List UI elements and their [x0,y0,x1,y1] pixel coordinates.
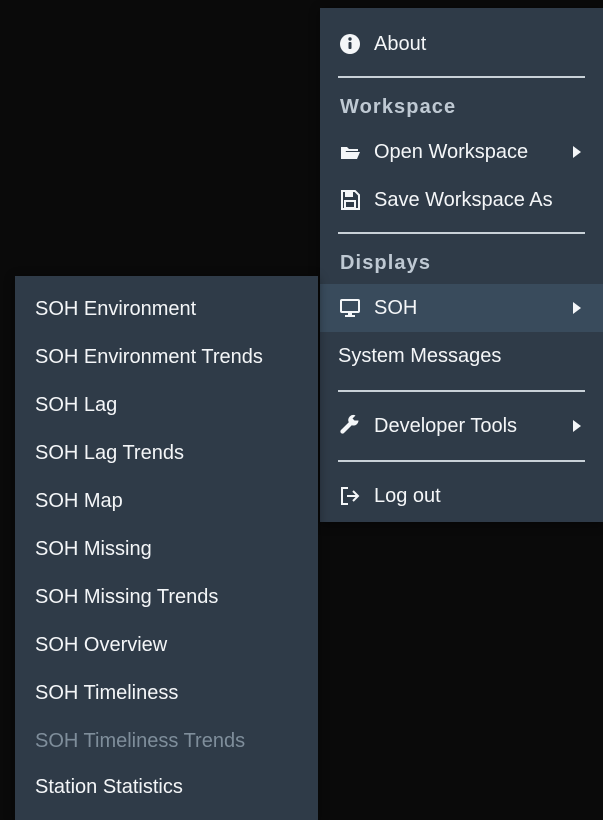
menu-divider [338,390,585,392]
logout-menu-item[interactable]: Log out [320,472,603,520]
submenu-item-label: SOH Lag Trends [35,441,184,464]
submenu-item-soh-map[interactable]: SOH Map [15,477,318,525]
chevron-right-icon [573,302,581,314]
developer-tools-label: Developer Tools [374,414,518,437]
monitor-icon [338,296,362,320]
soh-menu-item[interactable]: SOH [320,284,603,332]
logout-label: Log out [374,484,441,507]
chevron-right-icon [573,146,581,158]
menu-divider [338,232,585,234]
save-workspace-label: Save Workspace As [374,188,553,211]
submenu-item-label: SOH Timeliness [35,681,179,704]
screen-background: About Workspace Open Workspace Save Work… [0,0,603,820]
soh-label: SOH [374,296,418,319]
about-menu-item[interactable]: About [320,20,603,68]
submenu-item-label: SOH Environment [35,297,197,320]
wrench-icon [338,414,362,438]
save-icon [338,188,362,212]
submenu-item-soh-missing-trends[interactable]: SOH Missing Trends [15,573,318,621]
submenu-item-label: Station Statistics [35,775,183,798]
submenu-item-label: SOH Overview [35,633,168,656]
submenu-item-label: SOH Environment Trends [35,345,263,368]
menu-divider [338,76,585,78]
submenu-item-soh-environment-trends[interactable]: SOH Environment Trends [15,333,318,381]
chevron-right-icon [573,420,581,432]
log-out-icon [338,484,362,508]
open-workspace-menu-item[interactable]: Open Workspace [320,128,603,176]
submenu-item-soh-timeliness-trends: SOH Timeliness Trends [15,717,318,765]
system-messages-label: System Messages [338,344,502,367]
submenu-item-soh-lag-trends[interactable]: SOH Lag Trends [15,429,318,477]
open-workspace-label: Open Workspace [374,140,529,163]
developer-tools-menu-item[interactable]: Developer Tools [320,402,603,450]
submenu-item-soh-timeliness[interactable]: SOH Timeliness [15,669,318,717]
submenu-item-soh-overview[interactable]: SOH Overview [15,621,318,669]
submenu-item-label: SOH Lag [35,393,118,416]
submenu-item-label: SOH Missing [35,537,152,560]
save-workspace-menu-item[interactable]: Save Workspace As [320,176,603,224]
submenu-item-station-statistics[interactable]: Station Statistics [15,765,318,809]
submenu-item-soh-lag[interactable]: SOH Lag [15,381,318,429]
displays-section-header: Displays [340,251,432,274]
info-circle-icon [338,32,362,56]
submenu-item-soh-missing[interactable]: SOH Missing [15,525,318,573]
system-messages-menu-item[interactable]: System Messages [320,332,603,380]
submenu-item-label: SOH Missing Trends [35,585,219,608]
submenu-item-label: SOH Timeliness Trends [35,729,246,752]
submenu-item-label: SOH Map [35,489,123,512]
main-menu: About Workspace Open Workspace Save Work… [320,8,603,522]
submenu-item-soh-environment[interactable]: SOH Environment [15,285,318,333]
soh-submenu: SOH Environment SOH Environment Trends S… [15,276,318,820]
workspace-section-header: Workspace [340,95,457,118]
folder-open-icon [338,140,362,164]
about-label: About [374,32,427,55]
menu-divider [338,460,585,462]
